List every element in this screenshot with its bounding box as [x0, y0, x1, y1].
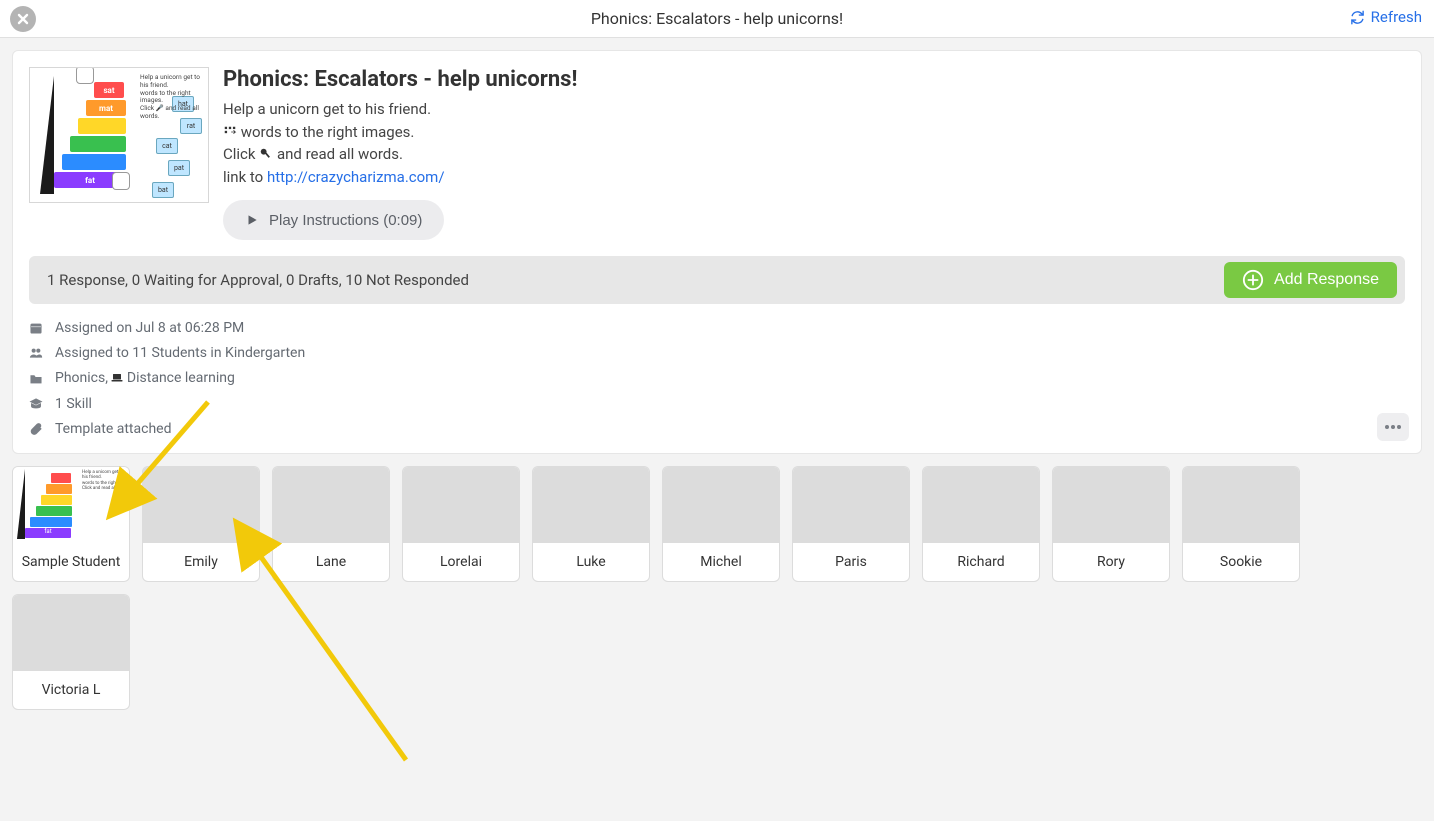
- meta-assigned-to: Assigned to 11 Students in Kindergarten: [29, 345, 1405, 361]
- meta-skills: 1 Skill: [29, 396, 1405, 412]
- laptop-icon: [111, 371, 123, 387]
- ellipsis-icon: [1384, 424, 1402, 430]
- calendar-icon: [29, 321, 43, 335]
- student-preview: [923, 467, 1039, 543]
- people-icon: [29, 346, 43, 360]
- status-text: 1 Response, 0 Waiting for Approval, 0 Dr…: [47, 271, 469, 289]
- student-card[interactable]: Lorelai: [402, 466, 520, 582]
- graduation-cap-icon: [29, 397, 43, 411]
- activity-description: Help a unicorn get to his friend. words …: [223, 98, 1405, 188]
- student-card[interactable]: Luke: [532, 466, 650, 582]
- meta-list: Assigned on Jul 8 at 06:28 PM Assigned t…: [29, 320, 1405, 437]
- student-name: Lane: [273, 543, 389, 581]
- move-icon: [223, 123, 237, 137]
- add-response-button[interactable]: Add Response: [1224, 262, 1397, 298]
- student-name: Emily: [143, 543, 259, 581]
- refresh-icon: [1350, 10, 1365, 25]
- play-instructions-button[interactable]: Play Instructions (0:09): [223, 200, 444, 240]
- meta-folders: Phonics, Distance learning: [29, 370, 1405, 387]
- student-preview: [1183, 467, 1299, 543]
- plus-circle-icon: [1242, 269, 1264, 291]
- refresh-button[interactable]: Refresh: [1350, 8, 1422, 26]
- folder-icon: [29, 372, 43, 386]
- student-preview: [663, 467, 779, 543]
- student-preview: [403, 467, 519, 543]
- top-bar: Phonics: Escalators - help unicorns! Ref…: [0, 0, 1434, 38]
- student-name: Richard: [923, 543, 1039, 581]
- status-bar: 1 Response, 0 Waiting for Approval, 0 Dr…: [29, 256, 1405, 304]
- student-grid: fat Help a unicorn get to his friend.wor…: [12, 466, 1422, 710]
- student-name: Rory: [1053, 543, 1169, 581]
- meta-template: Template attached: [29, 421, 1405, 437]
- student-card[interactable]: Sookie: [1182, 466, 1300, 582]
- student-card[interactable]: Lane: [272, 466, 390, 582]
- paperclip-icon: [29, 422, 43, 436]
- play-instructions-label: Play Instructions (0:09): [269, 212, 422, 229]
- microphone-icon: [259, 145, 273, 159]
- student-card[interactable]: Richard: [922, 466, 1040, 582]
- student-preview: [13, 595, 129, 671]
- close-button[interactable]: [10, 6, 36, 32]
- student-card[interactable]: Paris: [792, 466, 910, 582]
- student-name: Sample Student: [13, 543, 129, 581]
- student-preview: [273, 467, 389, 543]
- meta-assigned-on: Assigned on Jul 8 at 06:28 PM: [29, 320, 1405, 336]
- student-name: Lorelai: [403, 543, 519, 581]
- more-options-button[interactable]: [1377, 413, 1409, 441]
- student-card[interactable]: Emily: [142, 466, 260, 582]
- activity-thumbnail[interactable]: hatratcatpatbat Help a unicorn get to hi…: [29, 67, 209, 203]
- student-preview: [793, 467, 909, 543]
- student-card[interactable]: Michel: [662, 466, 780, 582]
- student-name: Paris: [793, 543, 909, 581]
- student-card[interactable]: Victoria L: [12, 594, 130, 710]
- close-icon: [16, 12, 30, 26]
- student-name: Michel: [663, 543, 779, 581]
- activity-title: Phonics: Escalators - help unicorns!: [223, 67, 1405, 92]
- student-card[interactable]: Rory: [1052, 466, 1170, 582]
- activity-card: hatratcatpatbat Help a unicorn get to hi…: [12, 50, 1422, 454]
- refresh-label: Refresh: [1371, 8, 1422, 26]
- page-title: Phonics: Escalators - help unicorns!: [591, 9, 843, 28]
- add-response-label: Add Response: [1274, 271, 1379, 289]
- description-link[interactable]: http://crazycharizma.com/: [267, 168, 445, 186]
- student-name: Luke: [533, 543, 649, 581]
- student-name: Sookie: [1183, 543, 1299, 581]
- student-preview: fat Help a unicorn get to his friend.wor…: [13, 467, 129, 543]
- student-preview: [1053, 467, 1169, 543]
- student-name: Victoria L: [13, 671, 129, 709]
- student-card[interactable]: fat Help a unicorn get to his friend.wor…: [12, 466, 130, 582]
- student-preview: [143, 467, 259, 543]
- student-preview: [533, 467, 649, 543]
- play-icon: [245, 213, 259, 227]
